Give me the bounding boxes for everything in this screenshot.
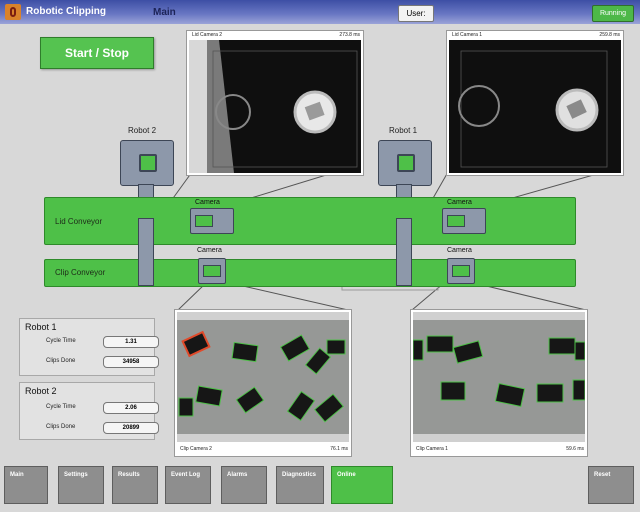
panel-title: Robot 1	[25, 322, 57, 332]
clip-image-graphic	[413, 312, 585, 442]
camera-time: 259.8 ms	[599, 32, 620, 38]
clips-done-label: Clips Done	[46, 424, 76, 430]
robot-2[interactable]	[120, 140, 174, 186]
nav-main-button[interactable]: Main	[4, 466, 48, 504]
clip-conveyor	[44, 259, 576, 287]
clip-camera-1-icon[interactable]	[447, 258, 475, 284]
cycle-time-value: 2.06	[103, 402, 159, 414]
nav-event-log-button[interactable]: Event Log	[165, 466, 211, 504]
clips-done-label: Clips Done	[46, 358, 76, 364]
robot-1-stats-panel: Robot 1 Cycle Time 1.31 Clips Done 34958	[19, 318, 159, 376]
robot-2-label: Robot 2	[128, 126, 157, 135]
cycle-time-label: Cycle Time	[46, 404, 76, 410]
clip-camera-1-view[interactable]: Clip Camera 1 59.6 ms	[410, 309, 588, 457]
clips-done-value: 20899	[103, 422, 159, 434]
robot-1[interactable]	[378, 140, 432, 186]
nav-diagnostics-button[interactable]: Diagnostics	[276, 466, 324, 504]
robot-1-label: Robot 1	[389, 126, 418, 135]
camera-time: 76.1 ms	[330, 446, 348, 452]
robot-2-stats-panel: Robot 2 Cycle Time 2.06 Clips Done 20899	[19, 382, 159, 440]
clips-done-value: 34958	[103, 356, 159, 368]
camera-image	[449, 40, 621, 173]
nav-reset-button[interactable]: Reset	[588, 466, 634, 504]
clip-camera-2-icon[interactable]	[198, 258, 226, 284]
robot-2-gripper	[138, 218, 154, 286]
lid-camera-2-view[interactable]: Lid Camera 2 273.8 ms	[186, 30, 364, 176]
camera-image	[177, 312, 349, 442]
robot-1-gripper	[396, 218, 412, 286]
clip-image-graphic	[177, 312, 349, 442]
nav-alarms-button[interactable]: Alarms	[221, 466, 267, 504]
clip-camera-1-label: Camera	[447, 247, 472, 254]
lid-image-graphic	[458, 50, 608, 168]
camera-name: Lid Camera 2	[192, 32, 223, 38]
lid-conveyor-label: Lid Conveyor	[55, 217, 103, 226]
camera-name: Lid Camera 1	[452, 32, 483, 38]
camera-name: Clip Camera 2	[180, 446, 212, 452]
lid-camera-1-view[interactable]: Lid Camera 1 259.8 ms	[446, 30, 624, 176]
lid-camera-1-icon[interactable]	[442, 208, 486, 234]
nav-settings-button[interactable]: Settings	[58, 466, 104, 504]
camera-name: Clip Camera 1	[416, 446, 448, 452]
lid-camera-2-label: Camera	[195, 199, 220, 206]
camera-image	[189, 40, 361, 173]
nav-results-button[interactable]: Results	[112, 466, 158, 504]
camera-time: 273.8 ms	[339, 32, 360, 38]
panel-title: Robot 2	[25, 386, 57, 396]
lid-image-graphic	[189, 40, 358, 173]
lid-camera-1-label: Camera	[447, 199, 472, 206]
nav-online-button[interactable]: Online	[331, 466, 393, 504]
clip-camera-2-label: Camera	[197, 247, 222, 254]
clip-camera-2-view[interactable]: Clip Camera 2 76.1 ms	[174, 309, 352, 457]
lid-camera-2-icon[interactable]	[190, 208, 234, 234]
cycle-time-value: 1.31	[103, 336, 159, 348]
camera-time: 59.6 ms	[566, 446, 584, 452]
clip-conveyor-label: Clip Conveyor	[55, 268, 106, 277]
cycle-time-label: Cycle Time	[46, 338, 76, 344]
camera-image	[413, 312, 585, 442]
lid-conveyor	[44, 197, 576, 245]
